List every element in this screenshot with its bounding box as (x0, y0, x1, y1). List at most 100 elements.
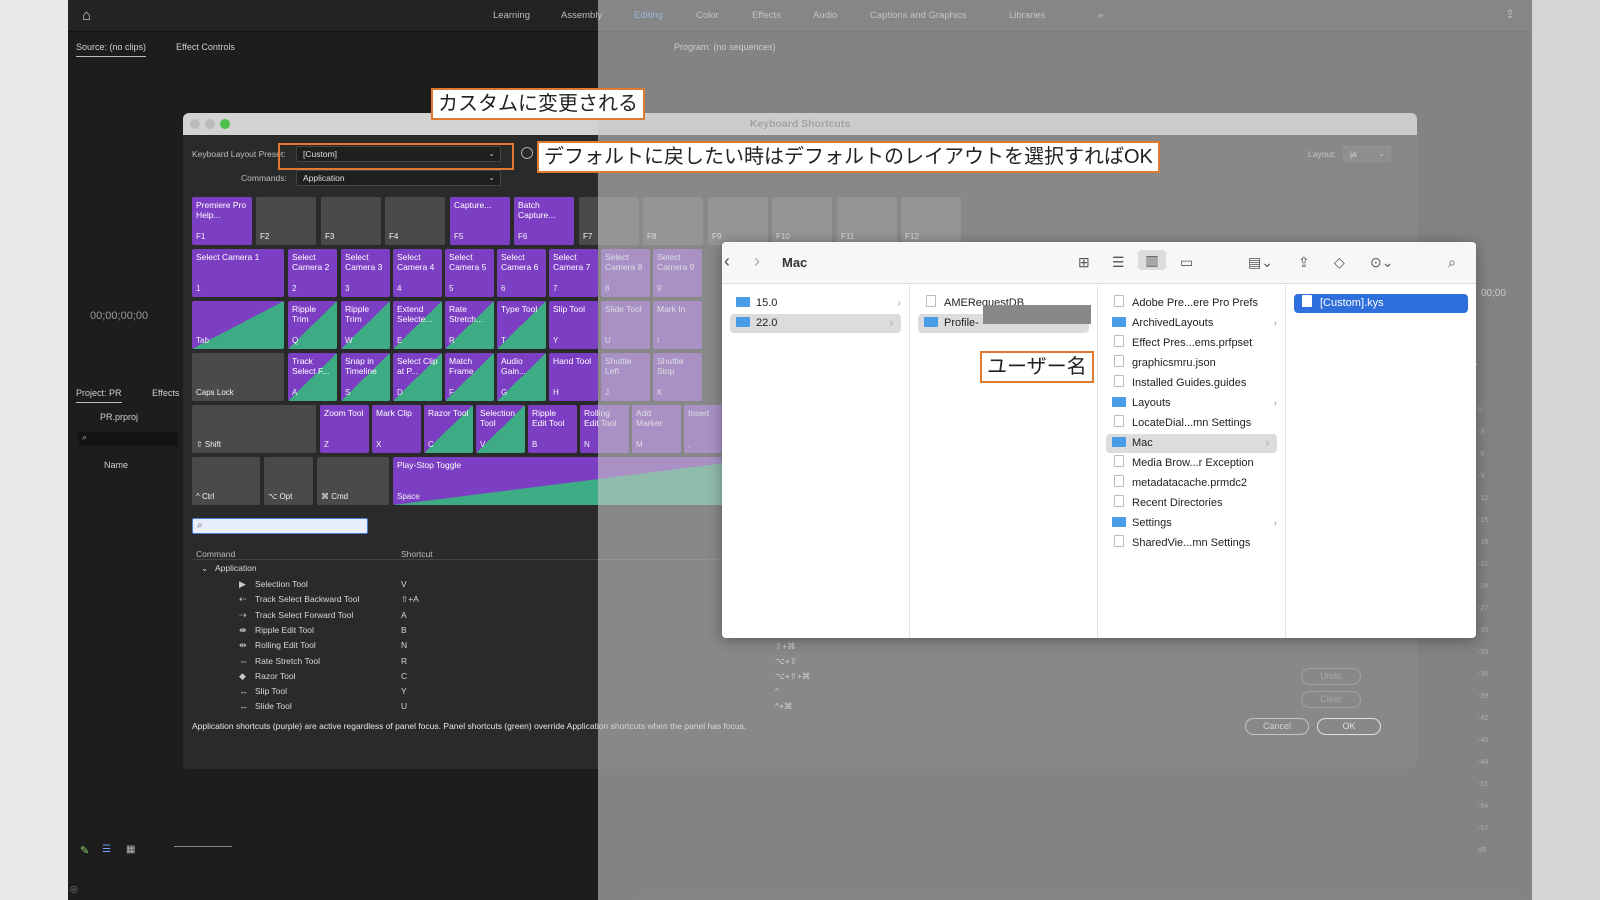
finder-item[interactable]: Recent Directories (1098, 494, 1285, 513)
key-y[interactable]: Slip Tool Y (549, 301, 598, 349)
close-icon[interactable] (190, 119, 200, 129)
home-icon[interactable]: ⌂ (82, 8, 100, 24)
icon-view-icon[interactable]: ▦ (126, 844, 135, 855)
finder-item[interactable]: Layouts › (1098, 394, 1285, 413)
key-3[interactable]: Select Camera 3 3 (341, 249, 390, 297)
key-a[interactable]: Track Select F... A (288, 353, 337, 401)
forward-icon[interactable]: › (754, 251, 760, 272)
tag-icon[interactable]: ◇ (1334, 254, 1345, 271)
more-workspaces-icon[interactable]: » (1098, 10, 1103, 21)
finder-item[interactable]: graphicsmru.json (1098, 354, 1285, 373)
key-opt[interactable]: ⌥ Opt (264, 457, 313, 505)
key-h[interactable]: Hand Tool H (549, 353, 598, 401)
command-shortcut[interactable]: Y (401, 686, 407, 696)
workspace-tab[interactable]: Editing (634, 10, 663, 21)
cancel-button[interactable]: Cancel (1245, 718, 1309, 735)
more-icon[interactable]: ⊙⌄ (1370, 254, 1393, 271)
key-f2[interactable]: F2 (256, 197, 316, 245)
key-e[interactable]: Extend Selecte... E (393, 301, 442, 349)
command-name[interactable]: Rolling Edit Tool (255, 640, 316, 650)
minimize-icon[interactable] (205, 119, 215, 129)
key-f8[interactable]: F8 (643, 197, 703, 245)
key-f12[interactable]: F12 (901, 197, 961, 245)
workspace-tab[interactable]: Libraries (1009, 10, 1045, 21)
key-b[interactable]: Ripple Edit Tool B (528, 405, 577, 453)
tab-effects[interactable]: Effects (152, 388, 179, 398)
key-c[interactable]: Razor Tool C (424, 405, 473, 453)
ok-button[interactable]: OK (1317, 718, 1381, 735)
key-5[interactable]: Select Camera 5 5 (445, 249, 494, 297)
command-shortcut[interactable]: R (401, 656, 407, 666)
key-capslock[interactable]: Caps Lock (192, 353, 284, 401)
command-name[interactable]: Razor Tool (255, 671, 295, 681)
finder-item[interactable]: [Custom].kys (1294, 294, 1468, 313)
finder-item[interactable]: Installed Guides.guides (1098, 374, 1285, 393)
workspace-tab[interactable]: Captions and Graphics (870, 10, 967, 21)
command-shortcut[interactable]: C (401, 671, 407, 681)
back-icon[interactable]: ‹ (724, 251, 730, 272)
key-4[interactable]: Select Camera 4 4 (393, 249, 442, 297)
key-r[interactable]: Rate Stretch... R (445, 301, 494, 349)
zoom-slider[interactable] (174, 846, 232, 847)
key-f3[interactable]: F3 (321, 197, 381, 245)
key-v[interactable]: Selection Tool V (476, 405, 525, 453)
commands-select[interactable]: Application ⌄ (296, 170, 501, 186)
key-f11[interactable]: F11 (837, 197, 897, 245)
finder-item[interactable]: Settings › (1098, 514, 1285, 533)
key-z[interactable]: Zoom Tool Z (320, 405, 369, 453)
finder-item[interactable]: metadatacache.prmdc2 (1098, 474, 1285, 493)
workspace-tab[interactable]: Assembly (561, 10, 602, 21)
key-f6[interactable]: Batch Capture... F6 (514, 197, 574, 245)
tab-source[interactable]: Source: (no clips) (76, 42, 147, 57)
pencil-icon[interactable]: ✎ (80, 844, 89, 857)
key-f[interactable]: Match Frame F (445, 353, 494, 401)
key-u[interactable]: Slide Tool U (601, 301, 650, 349)
key-f1[interactable]: Premiere Pro Help... F1 (192, 197, 252, 245)
key-f10[interactable]: F10 (772, 197, 832, 245)
command-shortcut[interactable]: V (401, 579, 407, 589)
command-name[interactable]: Slide Tool (255, 701, 292, 711)
key-tab[interactable]: Tab (192, 301, 284, 349)
modify-checkbox[interactable] (521, 147, 533, 159)
command-name[interactable]: Track Select Forward Tool (255, 610, 353, 620)
finder-item[interactable]: LocateDial...mn Settings (1098, 414, 1285, 433)
command-shortcut[interactable]: ⇧+A (401, 594, 419, 605)
key-g[interactable]: Audio Gain... G (497, 353, 546, 401)
key-s[interactable]: Snap in Timeline S (341, 353, 390, 401)
command-search-input[interactable]: ⌕ (192, 518, 368, 534)
clear-button[interactable]: Clear (1301, 691, 1361, 708)
workspace-tab[interactable]: Audio (813, 10, 837, 21)
command-name[interactable]: Ripple Edit Tool (255, 625, 314, 635)
key-8[interactable]: Select Camera 8 8 (601, 249, 650, 297)
key-w[interactable]: Ripple Trim W (341, 301, 390, 349)
key-f7[interactable]: F7 (579, 197, 639, 245)
key-j[interactable]: Shuttle Left J (601, 353, 650, 401)
key-f4[interactable]: F4 (385, 197, 445, 245)
key-t[interactable]: Type Tool T (497, 301, 546, 349)
column-view-icon[interactable]: ▥ (1138, 250, 1166, 270)
search-icon[interactable]: ⌕ (1448, 254, 1456, 271)
share-icon[interactable]: ⇪ (1298, 254, 1310, 271)
key-n[interactable]: Rolling Edit Tool N (580, 405, 629, 453)
icon-view-icon[interactable]: ⊞ (1078, 254, 1090, 271)
key-x[interactable]: Mark Clip X (372, 405, 421, 453)
command-shortcut[interactable]: A (401, 610, 407, 620)
command-name[interactable]: Track Select Backward Tool (255, 594, 359, 604)
key-2[interactable]: Select Camera 2 2 (288, 249, 337, 297)
gallery-view-icon[interactable]: ▭ (1180, 254, 1193, 271)
undo-button[interactable]: Undo (1301, 668, 1361, 685)
key-ctrl[interactable]: ^ Ctrl (192, 457, 260, 505)
command-name[interactable]: Selection Tool (255, 579, 308, 589)
key-space[interactable]: Play-Stop Toggle Space (393, 457, 773, 505)
finder-item[interactable]: 15.0 › (722, 294, 909, 313)
layout-select[interactable]: ja ⌄ (1343, 146, 1391, 162)
command-name[interactable]: Rate Stretch Tool (255, 656, 320, 666)
finder-item[interactable]: Effect Pres...ems.prfpset (1098, 334, 1285, 353)
workspace-tab[interactable]: Color (696, 10, 719, 21)
key-k[interactable]: Shuttle Stop K (653, 353, 702, 401)
command-name[interactable]: Slip Tool (255, 686, 287, 696)
command-shortcut[interactable]: N (401, 640, 407, 650)
workspace-tab[interactable]: Learning (493, 10, 530, 21)
list-view-icon[interactable]: ☰ (1112, 254, 1125, 271)
finder-item[interactable]: Adobe Pre...ere Pro Prefs (1098, 294, 1285, 313)
